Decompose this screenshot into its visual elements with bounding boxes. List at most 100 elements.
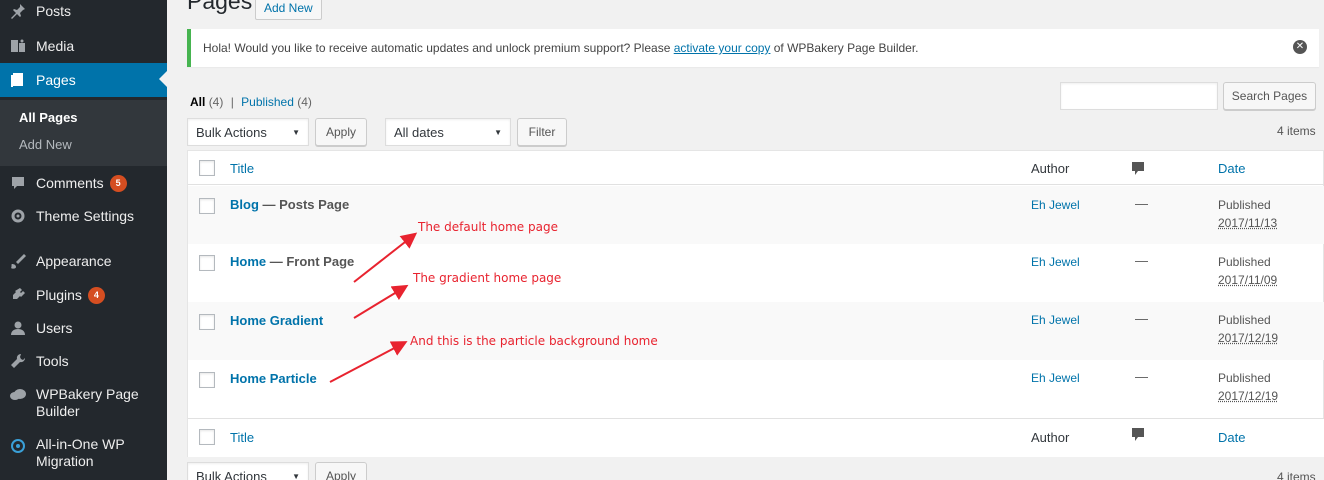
chevron-down-icon: ▼: [292, 128, 300, 137]
menu-users[interactable]: Users: [0, 311, 167, 345]
row-checkbox[interactable]: [199, 198, 215, 214]
page-title-link[interactable]: Blog — Posts Page: [230, 197, 349, 212]
author-link[interactable]: Eh Jewel: [1031, 313, 1080, 327]
column-date[interactable]: Date: [1218, 430, 1245, 445]
menu-label: Plugins: [36, 287, 82, 303]
filter-button[interactable]: Filter: [517, 118, 567, 146]
table-row: Home Particle Eh Jewel — Published 2017/1…: [188, 360, 1324, 418]
search-pages-button[interactable]: Search Pages: [1223, 82, 1316, 110]
menu-posts[interactable]: Posts: [0, 0, 167, 28]
menu-label: Pages: [36, 72, 76, 88]
row-checkbox[interactable]: [199, 255, 215, 271]
table-row: Blog — Posts Page Eh Jewel — Published 20…: [188, 186, 1324, 244]
menu-label: WPBakery Page Builder: [36, 386, 146, 420]
update-notice: Hola! Would you like to receive automati…: [187, 29, 1319, 67]
comment-bubble-icon: [1132, 162, 1144, 176]
plugins-count-badge: 4: [88, 287, 105, 304]
author-link[interactable]: Eh Jewel: [1031, 371, 1080, 385]
pages-icon: [0, 72, 36, 88]
menu-label: Tools: [36, 353, 69, 369]
activate-link[interactable]: activate your copy: [674, 41, 771, 55]
menu-pages[interactable]: Pages: [0, 63, 167, 97]
items-count: 4 items: [1277, 124, 1316, 138]
row-checkbox[interactable]: [199, 372, 215, 388]
page-title-link[interactable]: Home Particle: [230, 371, 317, 386]
date-cell: Published 2017/11/09: [1218, 253, 1277, 289]
menu-label: All-in-One WP Migration: [36, 436, 146, 470]
chevron-down-icon: ▼: [292, 472, 300, 480]
author-link[interactable]: Eh Jewel: [1031, 198, 1080, 212]
search-input[interactable]: [1060, 82, 1218, 110]
menu-label: Posts: [36, 3, 71, 19]
date-cell: Published 2017/12/19: [1218, 311, 1278, 347]
table-footer: Title Author Date: [188, 418, 1324, 457]
plugin-icon: [0, 287, 36, 303]
column-date[interactable]: Date: [1218, 161, 1245, 176]
active-indicator: [159, 71, 167, 87]
media-icon: [0, 38, 36, 54]
comment-bubble-icon: [1132, 428, 1144, 442]
menu-comments[interactable]: Comments 5: [0, 166, 167, 200]
bulk-actions-select[interactable]: Bulk Actions ▼: [187, 118, 309, 146]
view-filters: All (4) | Published (4): [190, 95, 312, 109]
menu-label: Theme Settings: [36, 208, 134, 224]
select-all-checkbox[interactable]: [199, 429, 215, 445]
menu-theme-settings[interactable]: Theme Settings: [0, 199, 167, 233]
row-checkbox[interactable]: [199, 314, 215, 330]
users-icon: [0, 320, 36, 336]
menu-plugins[interactable]: Plugins 4: [0, 278, 167, 312]
dismiss-icon[interactable]: ✕: [1293, 40, 1307, 54]
cloud-icon: [0, 388, 36, 402]
add-new-button[interactable]: Add New: [255, 0, 322, 20]
menu-all-in-one-migration[interactable]: All-in-One WP Migration: [0, 436, 167, 480]
main-content: Pages Add New Hola! Would you like to re…: [167, 0, 1324, 480]
table-row: Home Gradient Eh Jewel — Published 2017/1…: [188, 302, 1324, 360]
comment-count: —: [1135, 253, 1148, 268]
view-all[interactable]: All: [190, 95, 205, 109]
page-title-link[interactable]: Home — Front Page: [230, 254, 354, 269]
admin-sidebar: Posts Media Pages All Pages Add New Comm…: [0, 0, 167, 480]
comments-icon: [0, 175, 36, 191]
page-title-link[interactable]: Home Gradient: [230, 313, 323, 328]
author-link[interactable]: Eh Jewel: [1031, 255, 1080, 269]
column-author: Author: [1031, 161, 1069, 176]
menu-appearance[interactable]: Appearance: [0, 244, 167, 278]
menu-label: Media: [36, 38, 74, 54]
menu-label: Comments: [36, 175, 104, 191]
chevron-down-icon: ▼: [494, 128, 502, 137]
pages-table: Title Author Date Blog — Posts Page Eh J…: [187, 150, 1324, 457]
submenu-add-new[interactable]: Add New: [19, 137, 72, 152]
column-title[interactable]: Title: [230, 430, 254, 445]
paintbrush-icon: [0, 253, 36, 269]
comment-count: —: [1135, 369, 1148, 384]
column-title[interactable]: Title: [230, 161, 254, 176]
submenu-all-pages[interactable]: All Pages: [19, 110, 78, 125]
pin-icon: [0, 3, 36, 19]
comment-count: —: [1135, 311, 1148, 326]
comments-count-badge: 5: [110, 175, 127, 192]
menu-tools[interactable]: Tools: [0, 344, 167, 378]
column-author: Author: [1031, 430, 1069, 445]
menu-media[interactable]: Media: [0, 29, 167, 63]
wrench-icon: [0, 353, 36, 369]
apply-button[interactable]: Apply: [315, 118, 367, 146]
annotation-gradient-home: The gradient home page: [413, 271, 561, 285]
apply-button-bottom[interactable]: Apply: [315, 462, 367, 480]
menu-wpbakery[interactable]: WPBakery Page Builder: [0, 386, 167, 430]
comment-count: —: [1135, 196, 1148, 211]
gear-icon: [0, 208, 36, 224]
page-title: Pages: [187, 0, 252, 15]
table-header: Title Author Date: [188, 151, 1324, 185]
select-all-checkbox[interactable]: [199, 160, 215, 176]
bulk-actions-select-bottom[interactable]: Bulk Actions ▼: [187, 462, 309, 480]
table-row: Home — Front Page Eh Jewel — Published 20…: [188, 244, 1324, 302]
annotation-particle-home: And this is the particle background home: [410, 334, 658, 348]
dates-select[interactable]: All dates ▼: [385, 118, 511, 146]
date-cell: Published 2017/11/13: [1218, 196, 1277, 232]
menu-label: Users: [36, 320, 73, 336]
items-count-bottom: 4 items: [1277, 470, 1316, 480]
date-cell: Published 2017/12/19: [1218, 369, 1278, 405]
menu-label: Appearance: [36, 253, 112, 269]
pages-submenu: All Pages Add New: [0, 100, 167, 166]
view-published[interactable]: Published: [241, 95, 294, 109]
